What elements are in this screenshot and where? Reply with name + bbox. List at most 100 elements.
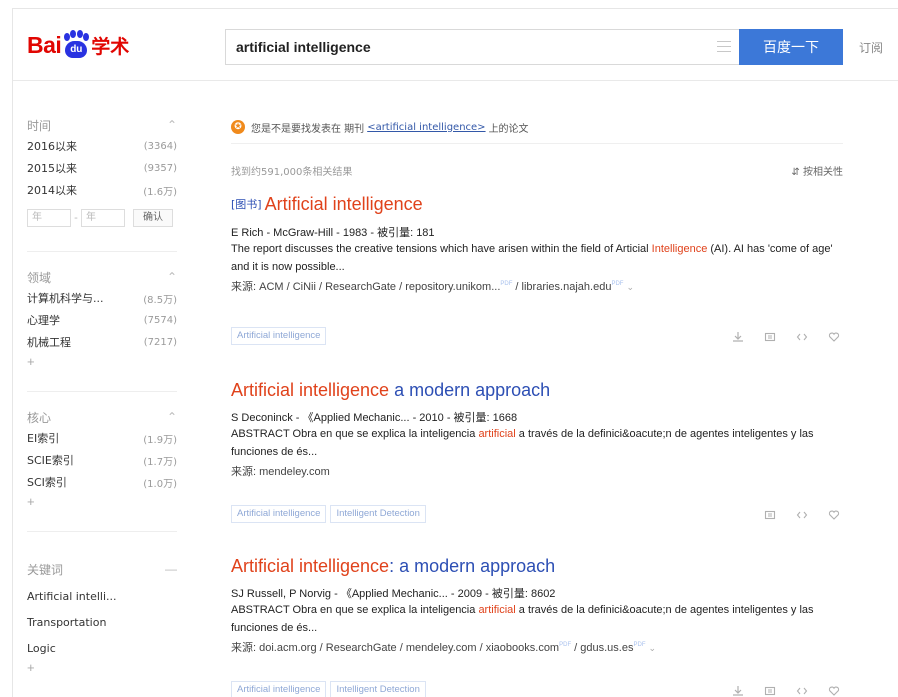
baidu-xueshu-logo[interactable]: Bai du 学术	[27, 27, 129, 63]
code-icon[interactable]	[793, 329, 811, 345]
more-button[interactable]: +	[27, 493, 177, 511]
year-to-input[interactable]: 年	[81, 209, 125, 227]
collapse-icon[interactable]: —	[165, 562, 177, 576]
chevron-down-icon[interactable]: ⌄	[627, 282, 635, 292]
result-title[interactable]: Artificial intelligence a modern approac…	[231, 379, 843, 401]
abstract-text: ABSTRACT Obra en que se explica la intel…	[231, 604, 479, 616]
result-actions	[729, 683, 843, 697]
journal-link[interactable]: <artificial intelligence>	[367, 122, 485, 133]
notice-text: 您是不是要找发表在 期刊	[251, 123, 365, 135]
result-actions	[761, 507, 843, 523]
abstract-text: ABSTRACT Obra en que se explica la intel…	[231, 428, 479, 440]
facet-keywords-header[interactable]: 关键词 —	[27, 559, 177, 579]
cite-icon[interactable]	[761, 683, 779, 697]
facet-item-label: Logic	[27, 641, 56, 655]
facet-item-label: 2016以来	[27, 140, 77, 153]
search-button[interactable]: 百度一下	[739, 29, 843, 65]
facet-keyword-item[interactable]: Transportation	[27, 611, 177, 633]
title-rest: a modern approach	[389, 380, 551, 400]
facet-item-count: (1.6万)	[143, 186, 177, 198]
year-confirm-button[interactable]: 确认	[133, 209, 173, 227]
keyword-tag[interactable]: Intelligent Detection	[330, 681, 426, 697]
collapse-icon[interactable]: ⌃	[167, 270, 177, 284]
facet-keyword-item[interactable]: Logic	[27, 637, 177, 659]
download-icon[interactable]	[729, 329, 747, 345]
subscribe-link[interactable]: 订阅	[859, 39, 883, 56]
result-title[interactable]: [图书] Artificial intelligence	[231, 193, 843, 216]
facet-keywords: 关键词 — Artificial intelli... Transportati…	[27, 559, 177, 677]
result-item: [图书] Artificial intelligence E Rich - McG…	[231, 193, 843, 345]
facet-item-count: (1.0万)	[143, 478, 177, 490]
paw-icon: du	[62, 30, 90, 60]
keyword-tag[interactable]: Artificial intelligence	[231, 681, 327, 697]
sort-by-relevance[interactable]: ⇵ 按相关性	[791, 163, 843, 178]
facet-time-header[interactable]: 时间 ⌃	[27, 115, 177, 135]
facet-item-label: 心理学	[27, 314, 60, 327]
code-icon[interactable]	[793, 683, 811, 697]
facet-item-count: (3364)	[143, 140, 177, 152]
result-title[interactable]: Artificial intelligence: a modern approa…	[231, 555, 843, 577]
collapse-icon[interactable]: ⌃	[167, 410, 177, 424]
source-text: 来源: ACM / CiNii / ResearchGate / reposit…	[231, 281, 501, 293]
title-highlight: Artificial intelligence	[231, 380, 390, 400]
result-actions	[729, 329, 843, 345]
keyword-tag[interactable]: Intelligent Detection	[330, 505, 426, 523]
source-text: 来源: doi.acm.org / ResearchGate / mendele…	[231, 642, 560, 654]
cite-icon[interactable]	[761, 507, 779, 523]
pdf-badge: PDF	[559, 642, 572, 648]
sort-label: 按相关性	[803, 167, 843, 178]
pdf-badge: PDF	[500, 281, 513, 287]
more-button[interactable]: +	[27, 353, 177, 371]
facet-time-item[interactable]: 2015以来 (9357)	[27, 157, 177, 179]
heart-icon[interactable]	[825, 683, 843, 697]
facet-core-item[interactable]: SCIE索引 (1.7万)	[27, 449, 177, 471]
facet-time-item[interactable]: 2016以来 (3364)	[27, 135, 177, 157]
header: Bai du 学术 百度一下 订阅	[13, 9, 898, 81]
lines-icon[interactable]	[717, 41, 731, 53]
result-abstract: The report discusses the creative tensio…	[231, 240, 843, 276]
facet-item-label: SCI索引	[27, 476, 67, 489]
facet-keyword-item[interactable]: Artificial intelli...	[27, 585, 177, 607]
heart-icon[interactable]	[825, 329, 843, 345]
logo-du: du	[65, 41, 88, 58]
result-source[interactable]: 来源: doi.acm.org / ResearchGate / mendele…	[231, 639, 843, 655]
chevron-down-icon[interactable]: ⌄	[649, 643, 657, 653]
facet-item-count: (1.9万)	[143, 434, 177, 446]
abstract-highlight: Intelligence	[651, 243, 708, 255]
cite-icon[interactable]	[761, 329, 779, 345]
facet-field-item[interactable]: 计算机科学与... (8.5万)	[27, 287, 177, 309]
facet-time-item[interactable]: 2014以来 (1.6万)	[27, 179, 177, 201]
facet-core-item[interactable]: SCI索引 (1.0万)	[27, 471, 177, 493]
abstract-highlight: artificial	[478, 604, 516, 616]
facet-core-item[interactable]: EI索引 (1.9万)	[27, 427, 177, 449]
keyword-tags: Artificial intelligence Intelligent Dete…	[231, 681, 426, 697]
download-icon[interactable]	[729, 683, 747, 697]
facet-field-title: 领域	[27, 270, 52, 285]
pdf-badge: PDF	[633, 642, 646, 648]
facet-field-item[interactable]: 心理学 (7574)	[27, 309, 177, 331]
divider	[27, 391, 177, 392]
heart-icon[interactable]	[825, 507, 843, 523]
divider	[27, 251, 177, 252]
result-meta: E Rich - McGraw-Hill - 1983 - 被引量: 181	[231, 227, 435, 239]
result-source[interactable]: 来源: mendeley.com	[231, 463, 843, 479]
facet-item-label: SCIE索引	[27, 454, 74, 467]
result-source[interactable]: 来源: ACM / CiNii / ResearchGate / reposit…	[231, 278, 843, 294]
keyword-tag[interactable]: Artificial intelligence	[231, 327, 327, 345]
code-icon[interactable]	[793, 507, 811, 523]
sort-icon: ⇵	[791, 167, 803, 178]
keyword-tag[interactable]: Artificial intelligence	[231, 505, 327, 523]
facet-field: 领域 ⌃ 计算机科学与... (8.5万) 心理学 (7574) 机械工程 (7…	[27, 267, 177, 371]
year-from-input[interactable]: 年	[27, 209, 71, 227]
title-rest: : a modern approach	[389, 556, 556, 576]
result-abstract: ABSTRACT Obra en que se explica la intel…	[231, 425, 843, 461]
notice-icon: ✪	[231, 120, 245, 134]
facet-field-item[interactable]: 机械工程 (7217)	[27, 331, 177, 353]
more-button[interactable]: +	[27, 659, 177, 677]
search-input[interactable]	[226, 30, 739, 64]
facet-item-label: 机械工程	[27, 336, 71, 349]
facet-field-header[interactable]: 领域 ⌃	[27, 267, 177, 287]
facet-core-header[interactable]: 核心 ⌃	[27, 407, 177, 427]
facet-item-label: 计算机科学与...	[27, 292, 104, 305]
collapse-icon[interactable]: ⌃	[167, 118, 177, 132]
